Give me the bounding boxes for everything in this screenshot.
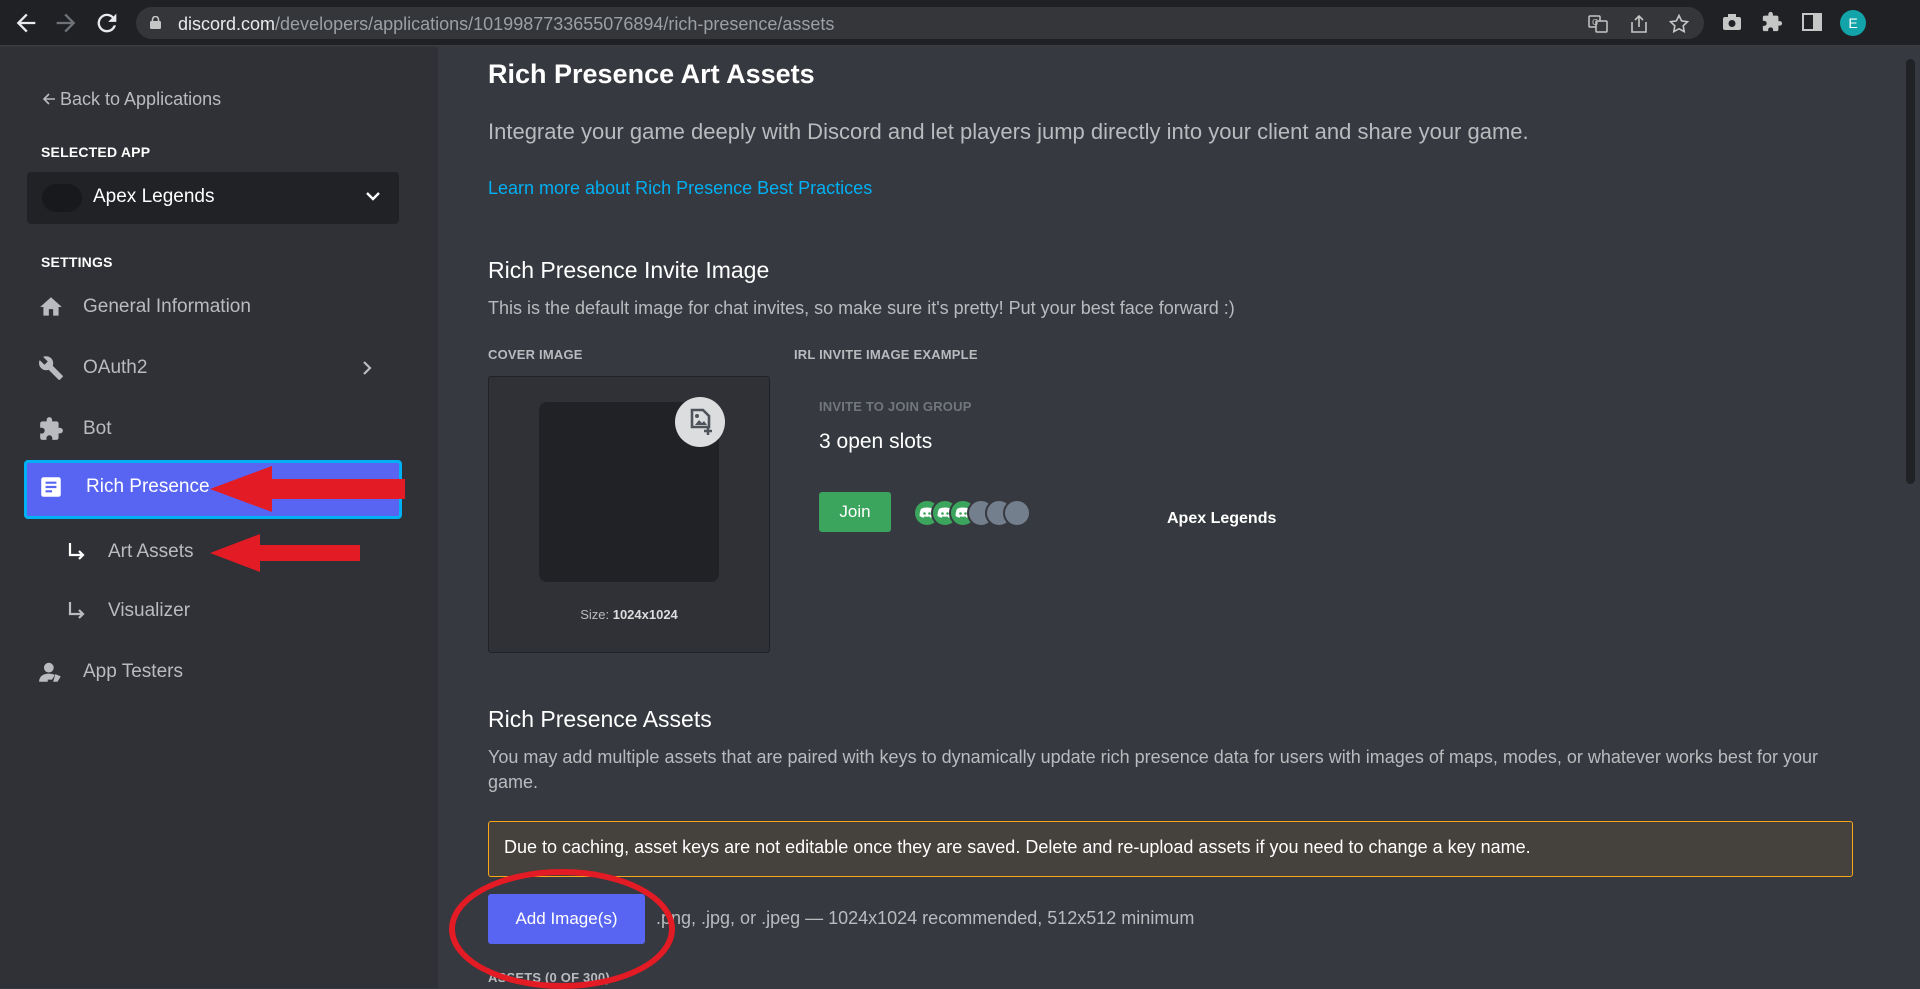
scrollbar-thumb[interactable] <box>1906 59 1915 484</box>
learn-more-link[interactable]: Learn more about Rich Presence Best Prac… <box>488 178 872 199</box>
image-add-icon[interactable] <box>675 397 725 447</box>
home-icon <box>40 297 62 316</box>
annotation-arrow-art-assets <box>210 534 360 572</box>
forward-icon[interactable] <box>52 9 80 37</box>
app-selector[interactable]: Apex Legends <box>27 172 399 224</box>
irl-invite-example-label: IRL INVITE IMAGE EXAMPLE <box>794 347 978 362</box>
reload-icon[interactable] <box>93 9 121 37</box>
sidebar-item-visualizer[interactable]: Visualizer <box>60 589 400 633</box>
app-name: Apex Legends <box>93 186 215 207</box>
person-icon <box>39 662 61 682</box>
address-bar[interactable]: discord.com/developers/applications/1019… <box>136 7 1704 39</box>
file-format-hint: .png, .jpg, or .jpeg — 1024x1024 recomme… <box>656 908 1195 928</box>
invite-heading: INVITE TO JOIN GROUP <box>819 399 972 414</box>
chevron-right-icon <box>363 361 372 375</box>
sidebar-item-bot[interactable]: Bot <box>24 402 402 456</box>
chevron-down-icon <box>366 192 380 201</box>
camera-icon[interactable] <box>1720 11 1744 35</box>
sidebar: Back to Applications SELECTED APP Apex L… <box>0 47 438 988</box>
url-text: discord.com/developers/applications/1019… <box>178 14 835 34</box>
assets-section-description: You may add multiple assets that are pai… <box>488 747 1818 792</box>
puzzle-icon <box>40 417 63 440</box>
subitem-arrow-icon <box>68 543 85 560</box>
back-icon[interactable] <box>12 9 40 37</box>
page-title: Rich Presence Art Assets <box>488 59 815 89</box>
assets-section-title: Rich Presence Assets <box>488 706 712 732</box>
bookmark-star-icon[interactable] <box>1668 13 1690 34</box>
back-to-applications-link[interactable]: Back to Applications <box>42 89 221 110</box>
translate-icon[interactable]: G <box>1588 14 1608 34</box>
sidebar-item-app-testers[interactable]: App Testers <box>24 645 402 699</box>
main-content: Rich Presence Art Assets Integrate your … <box>438 47 1920 988</box>
share-icon[interactable] <box>1629 14 1649 34</box>
sidebar-item-general-information[interactable]: General Information <box>24 280 402 334</box>
side-panel-icon[interactable] <box>1800 11 1824 35</box>
sidebar-item-oauth2[interactable]: OAuth2 <box>24 341 402 395</box>
extensions-icon[interactable] <box>1760 11 1784 35</box>
document-icon <box>41 477 61 497</box>
join-button: Join <box>819 492 891 532</box>
selected-app-heading: SELECTED APP <box>41 144 151 160</box>
cover-size-text: Size: 1024x1024 <box>580 607 678 622</box>
back-arrow-icon <box>42 93 55 105</box>
annotation-circle-add-images <box>449 869 675 989</box>
annotation-arrow-rich-presence <box>210 466 405 512</box>
browser-toolbar: discord.com/developers/applications/1019… <box>0 0 1920 46</box>
invite-section-description: This is the default image for chat invit… <box>488 298 1235 318</box>
svg-text:G: G <box>1592 18 1598 27</box>
empty-slot-avatar <box>1003 499 1031 527</box>
cover-image-uploader[interactable]: Size: 1024x1024 <box>488 376 770 653</box>
cover-image-label: COVER IMAGE <box>488 347 583 362</box>
caching-warning: Due to caching, asset keys are not edita… <box>488 821 1853 877</box>
lock-icon <box>150 16 161 29</box>
invite-section-title: Rich Presence Invite Image <box>488 257 770 283</box>
invite-game-name: Apex Legends <box>1167 510 1277 527</box>
app-icon <box>42 184 82 212</box>
caching-warning-text: Due to caching, asset keys are not edita… <box>504 837 1531 857</box>
open-slots-text: 3 open slots <box>819 430 933 453</box>
profile-avatar[interactable]: E <box>1840 10 1866 36</box>
page-intro: Integrate your game deeply with Discord … <box>488 119 1529 144</box>
wrench-icon <box>39 356 63 380</box>
settings-heading: SETTINGS <box>41 254 113 270</box>
subitem-arrow-icon <box>68 602 85 619</box>
